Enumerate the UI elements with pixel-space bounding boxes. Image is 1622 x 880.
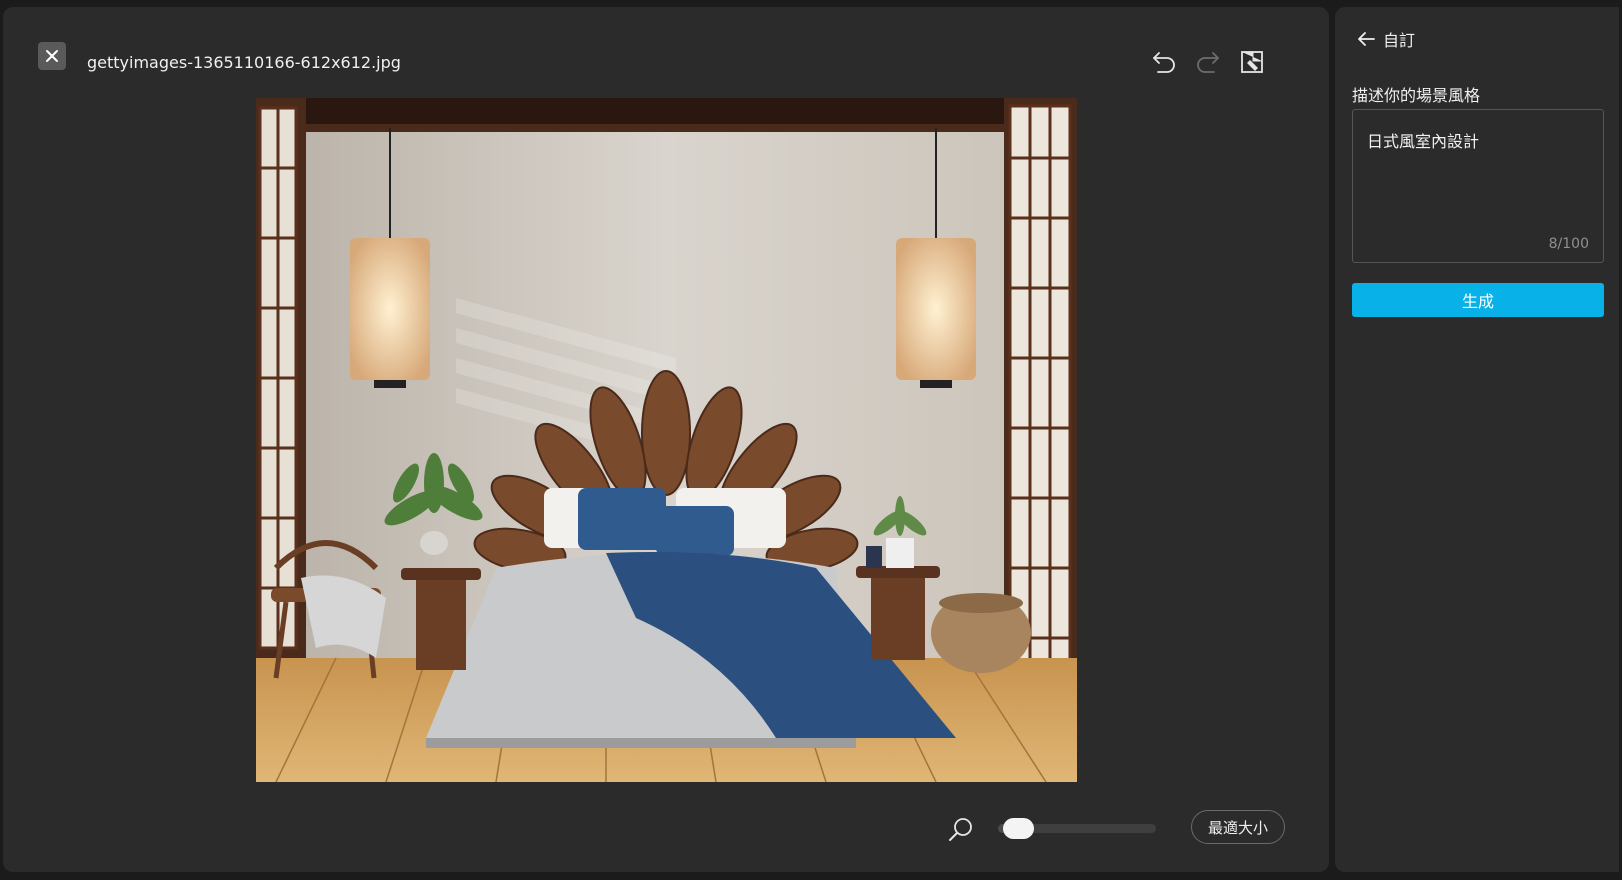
fit-size-button[interactable]: 最適大小 — [1191, 810, 1285, 844]
eraser-icon — [1241, 51, 1263, 73]
bedroom-image — [256, 98, 1077, 782]
zoom-icon — [946, 814, 976, 844]
editor-panel: gettyimages-1365110166-612x612.jpg 最適大小 — [3, 7, 1329, 872]
app-window: gettyimages-1365110166-612x612.jpg 最適大小 … — [0, 0, 1622, 880]
eraser-button[interactable] — [1235, 45, 1269, 79]
char-count: 8/100 — [1548, 236, 1589, 252]
image-canvas[interactable] — [256, 98, 1077, 782]
redo-icon — [1197, 52, 1219, 73]
close-icon — [46, 50, 58, 62]
scene-style-input[interactable]: 日式風室內設計 8/100 — [1352, 109, 1604, 263]
side-panel: 自訂 描述你的場景風格 日式風室內設計 8/100 生成 — [1335, 7, 1619, 872]
generate-button[interactable]: 生成 — [1352, 283, 1604, 317]
back-button[interactable]: 自訂 — [1357, 27, 1415, 51]
undo-icon — [1153, 52, 1175, 73]
back-arrow-icon — [1358, 32, 1375, 46]
scene-style-label: 描述你的場景風格 — [1352, 86, 1481, 105]
scene-style-value[interactable]: 日式風室內設計 — [1367, 128, 1479, 152]
file-name: gettyimages-1365110166-612x612.jpg — [87, 53, 401, 72]
back-label: 自訂 — [1383, 31, 1416, 50]
zoom-slider-thumb[interactable] — [1002, 818, 1034, 839]
close-button[interactable] — [38, 42, 66, 70]
undo-button[interactable] — [1147, 45, 1181, 79]
redo-button[interactable] — [1191, 45, 1225, 79]
